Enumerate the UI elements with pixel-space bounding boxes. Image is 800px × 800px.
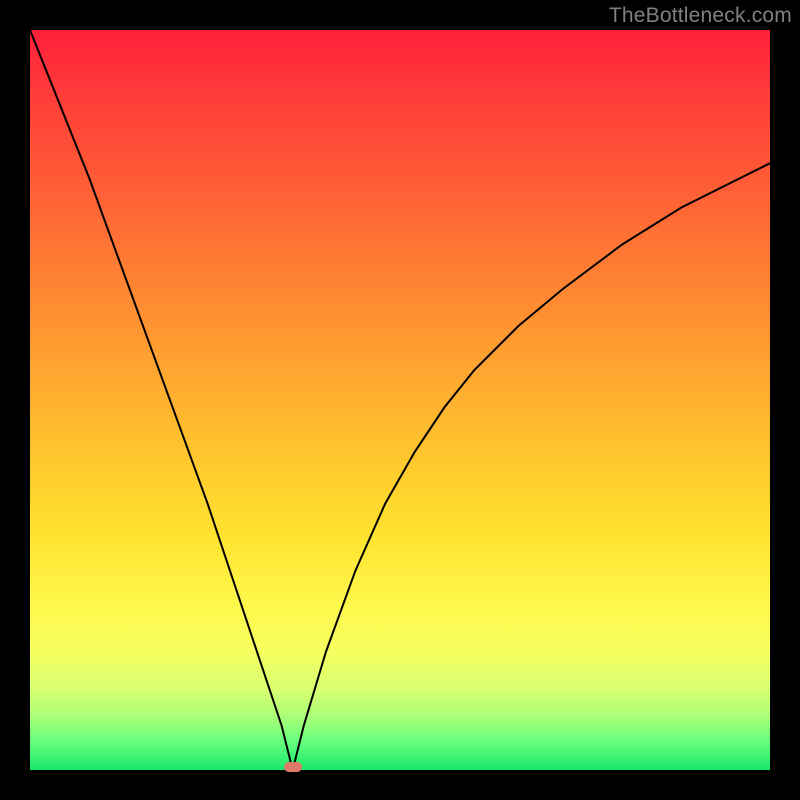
plot-area [30,30,770,770]
optimal-point-marker [284,762,302,772]
watermark-text: TheBottleneck.com [609,4,792,28]
curve-path [30,30,770,770]
chart-frame: TheBottleneck.com [0,0,800,800]
bottleneck-curve [30,30,770,770]
